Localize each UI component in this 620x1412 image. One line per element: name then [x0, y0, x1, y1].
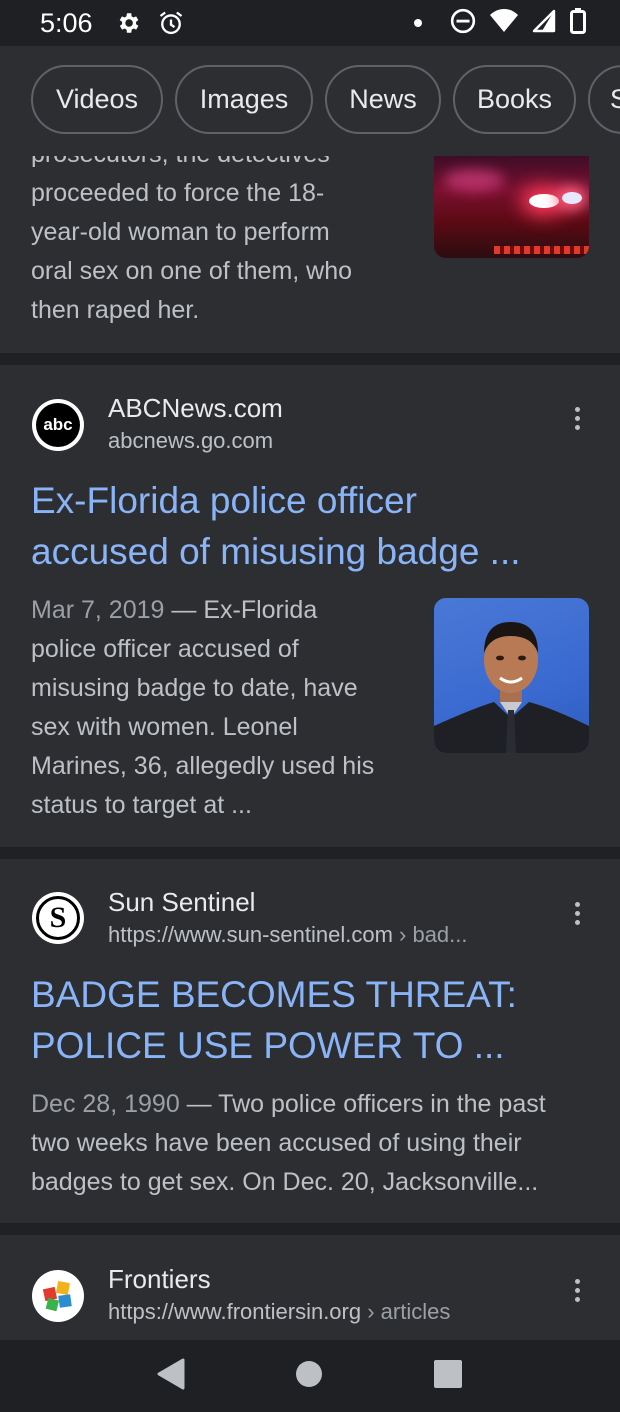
alarm-icon	[157, 9, 185, 37]
more-options-icon[interactable]	[572, 407, 582, 430]
result-divider	[0, 847, 620, 859]
site-name: Frontiers	[108, 1264, 211, 1294]
result-card-3[interactable]: Frontiers https://www.frontiersin.org › …	[0, 1235, 620, 1340]
chip-news[interactable]: News	[325, 65, 441, 134]
chip-videos[interactable]: Videos	[31, 65, 163, 134]
result-date: Mar 7, 2019	[31, 596, 165, 624]
status-time: 5:06	[40, 7, 93, 38]
wifi-icon	[490, 8, 518, 38]
system-navigation-bar	[0, 1340, 620, 1412]
home-icon[interactable]	[295, 1360, 323, 1393]
result-snippet: prosecutors, the detectives proceeded to…	[31, 156, 353, 324]
chip-images[interactable]: Images	[175, 65, 313, 134]
result-snippet: Mar 7, 2019 — Ex-Florida police officer …	[31, 596, 375, 819]
result-card-0[interactable]: prosecutors, the detectives proceeded to…	[0, 156, 620, 353]
result-card-1[interactable]: abc ABCNews.com abcnews.go.com Ex-Florid…	[0, 365, 620, 847]
site-name: ABCNews.com	[108, 393, 283, 423]
more-options-icon[interactable]	[572, 1279, 582, 1302]
signal-icon	[532, 9, 556, 38]
dot-icon	[414, 19, 422, 27]
result-divider	[0, 1223, 620, 1235]
back-icon[interactable]	[157, 1358, 185, 1395]
chip-shopping-partial[interactable]: S	[588, 65, 620, 134]
result-thumbnail-police-lights[interactable]	[434, 156, 589, 258]
site-url: https://www.sun-sentinel.com › bad...	[108, 922, 468, 947]
chip-books[interactable]: Books	[453, 65, 576, 134]
result-divider	[0, 353, 620, 365]
sun-sentinel-favicon-icon: S	[32, 892, 84, 944]
result-thumbnail-officer-portrait[interactable]	[434, 598, 589, 753]
more-options-icon[interactable]	[572, 902, 582, 925]
result-card-2[interactable]: S Sun Sentinel https://www.sun-sentinel.…	[0, 859, 620, 1223]
battery-icon	[570, 7, 586, 39]
result-title-link[interactable]: Ex-Florida police officer accused of mis…	[31, 475, 591, 577]
status-bar: 5:06	[0, 0, 620, 46]
gear-icon	[115, 10, 141, 36]
result-date: Dec 28, 1990	[31, 1090, 180, 1118]
result-snippet: Dec 28, 1990 — Two police officers in th…	[31, 1090, 546, 1196]
abc-news-favicon-icon: abc	[32, 399, 84, 451]
site-name: Sun Sentinel	[108, 887, 256, 917]
site-url: abcnews.go.com	[108, 428, 274, 453]
result-title-link[interactable]: BADGE BECOMES THREAT: POLICE USE POWER T…	[31, 969, 591, 1071]
frontiers-favicon-icon	[32, 1270, 84, 1322]
recents-icon[interactable]	[433, 1359, 463, 1394]
dnd-icon	[450, 8, 476, 39]
search-filter-chips: Videos Images News Books S	[0, 46, 620, 156]
site-url: https://www.frontiersin.org › articles	[108, 1299, 451, 1324]
